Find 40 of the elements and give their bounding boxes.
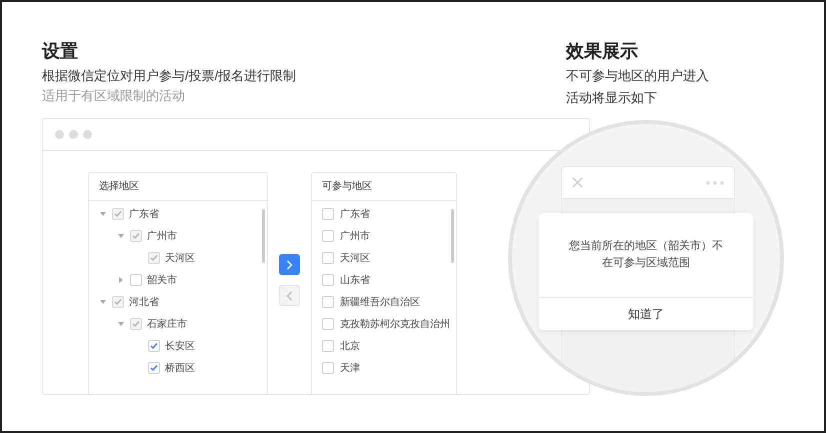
transfer-button[interactable] (279, 254, 300, 275)
description: 根据微信定位对用户参与/投票/报名进行限制 (42, 67, 298, 85)
checkbox[interactable] (322, 208, 334, 220)
list-item-label[interactable]: 天津 (340, 360, 360, 376)
checkbox[interactable] (322, 296, 334, 308)
checkbox[interactable] (322, 362, 334, 374)
close-icon[interactable] (572, 177, 583, 188)
checkbox[interactable] (322, 274, 334, 286)
section-title: 设置 (42, 40, 79, 63)
chevron-left-icon (286, 290, 293, 300)
list-item-label[interactable]: 天河区 (340, 250, 370, 266)
check-icon (150, 254, 158, 262)
list-item-label[interactable]: 广东省 (340, 206, 370, 222)
check-icon (150, 342, 158, 350)
checkbox[interactable] (322, 318, 334, 330)
list-item-label[interactable]: 克孜勒苏柯尔克孜自治州 (340, 316, 450, 332)
dialog-button[interactable]: 知道了 (539, 297, 753, 330)
note: 适用于有区域限制的活动 (42, 87, 186, 105)
checkbox[interactable] (322, 252, 334, 264)
section-title: 效果展示 (566, 40, 639, 63)
checkbox[interactable] (322, 230, 334, 242)
check-icon (150, 364, 158, 372)
check-icon (114, 298, 122, 306)
panel-title: 可参与地区 (322, 180, 372, 194)
check-icon (132, 232, 140, 240)
list-item-label[interactable]: 北京 (340, 338, 360, 354)
chevron-right-icon (286, 260, 293, 270)
scrollbar[interactable] (262, 209, 265, 263)
dialog-message: 您当前所在的地区（韶关市）不在可参与区域范围 (568, 238, 724, 271)
check-icon (114, 210, 122, 218)
checkbox[interactable] (322, 340, 334, 352)
list-item-label[interactable]: 新疆维吾尔自治区 (340, 294, 420, 310)
panel-title: 选择地区 (99, 180, 139, 194)
more-icon[interactable] (706, 180, 724, 184)
list-item-label[interactable]: 广州市 (340, 228, 370, 244)
description-line: 不可参与地区的用户进入 (566, 67, 709, 85)
list-item-label[interactable]: 山东省 (340, 272, 370, 288)
description-line: 活动将显示如下 (566, 89, 658, 107)
check-icon (132, 320, 140, 328)
scrollbar[interactable] (451, 209, 454, 263)
